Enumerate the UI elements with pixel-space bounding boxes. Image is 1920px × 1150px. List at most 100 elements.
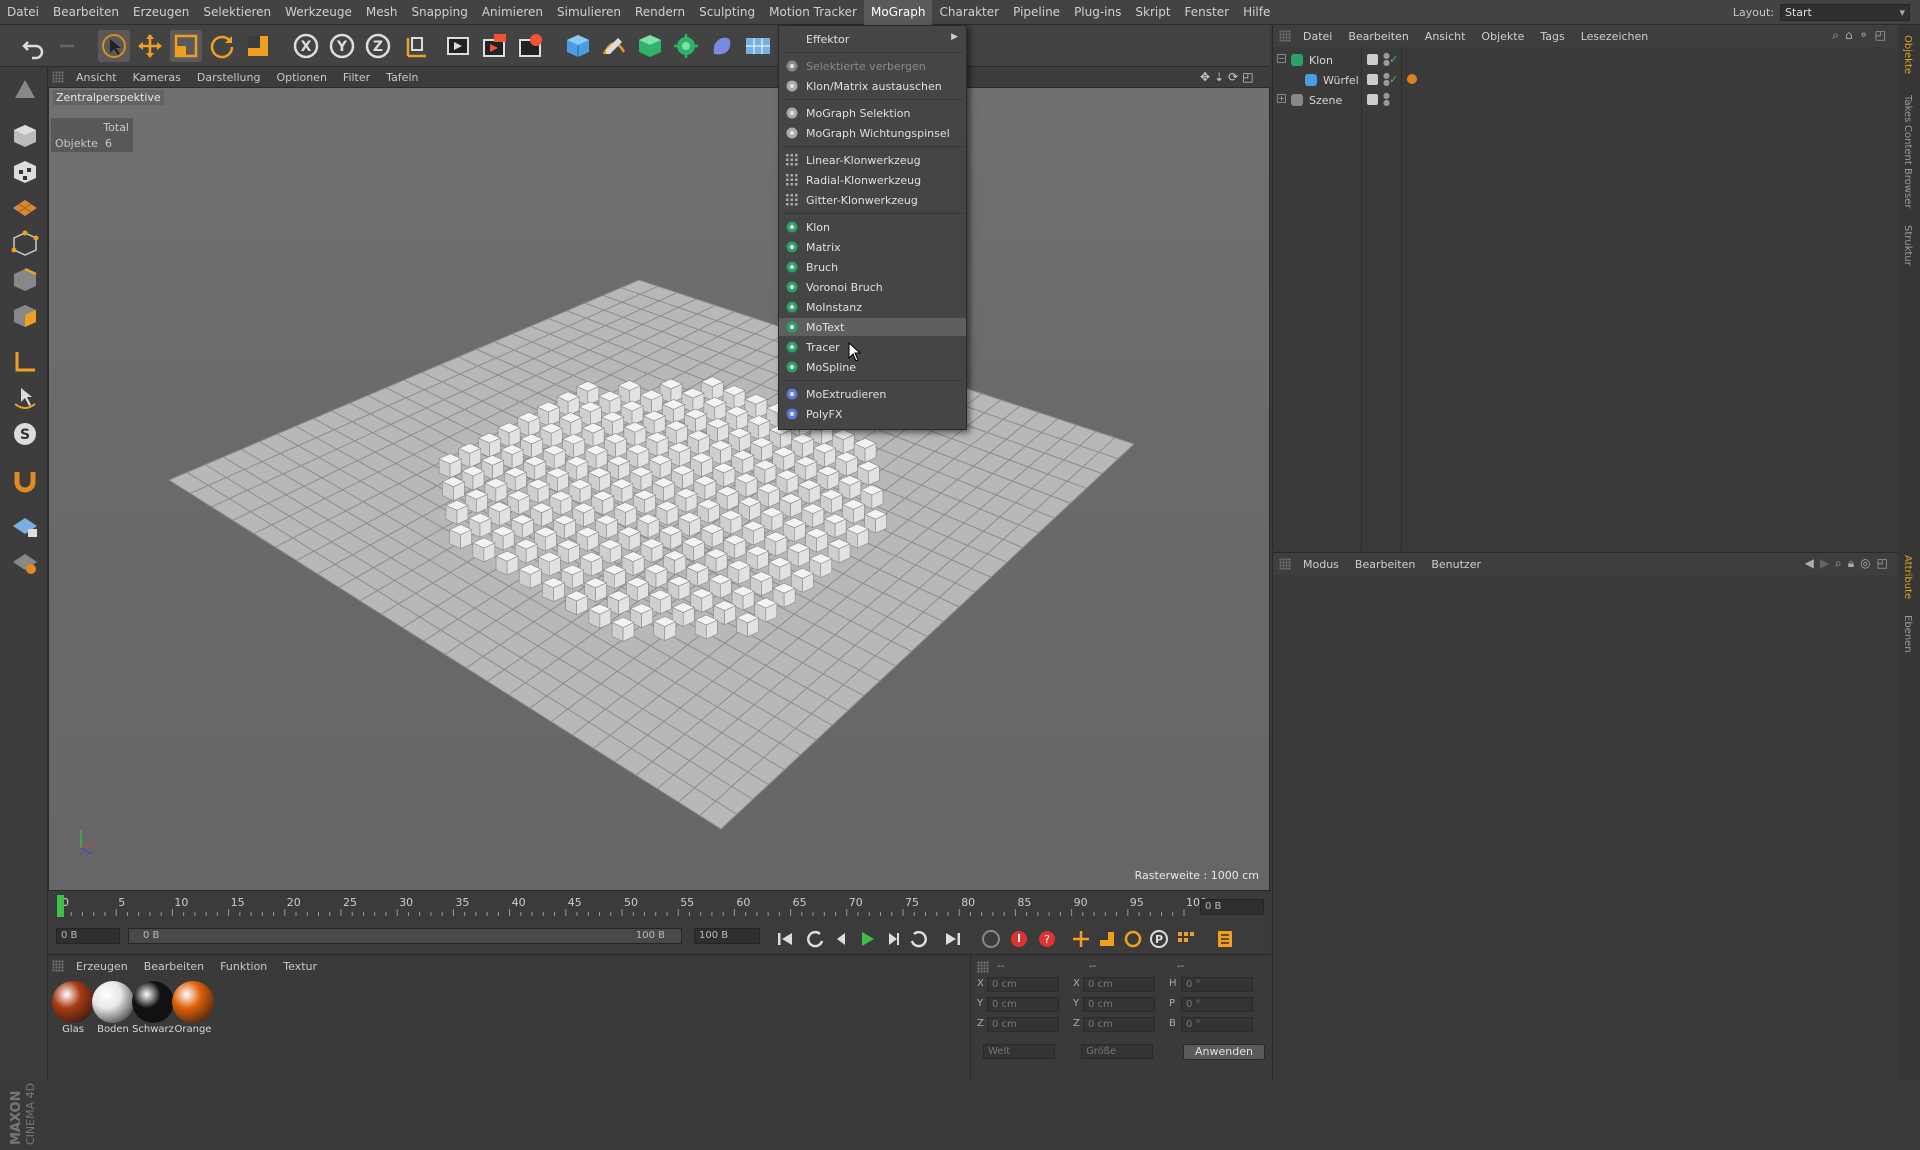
prev-key-icon[interactable] [804,928,826,950]
object-menu-ansicht[interactable]: Ansicht [1417,30,1474,43]
z-axis-icon[interactable]: Z [362,30,394,62]
rotation-field[interactable]: 0 ° [1181,997,1253,1012]
object-name[interactable]: Szene [1309,94,1342,107]
axis-mode-icon[interactable] [8,347,42,377]
y-axis-icon[interactable]: Y [326,30,358,62]
object-menu-tags[interactable]: Tags [1532,30,1572,43]
material-menu-bearbeiten[interactable]: Bearbeiten [136,960,212,973]
side-tab-ebenen[interactable]: Ebenen [1902,615,1913,653]
material-menu-funktion[interactable]: Funktion [212,960,275,973]
play-forward-icon[interactable] [856,928,878,950]
link-icon[interactable]: ⚬ [1859,28,1869,43]
render-picture-queue-icon[interactable] [478,30,510,62]
record-keys-icon[interactable] [980,928,1002,950]
object-menu-objekte[interactable]: Objekte [1473,30,1532,43]
subdivision-generator-icon[interactable] [634,30,666,62]
next-frame-icon[interactable] [882,928,904,950]
rotation-field[interactable]: 0 ° [1181,977,1253,992]
object-row[interactable]: + Szene ● ● [1273,91,1899,111]
planar-workplane-icon[interactable] [8,547,42,577]
render-settings-icon[interactable] [514,30,546,62]
size-field[interactable]: 0 cm [1083,997,1155,1012]
edges-mode-icon[interactable] [8,265,42,295]
autokey-icon[interactable] [1008,928,1030,950]
rotate-view-icon[interactable]: ⟳ [1228,70,1238,84]
deformer-icon[interactable] [706,30,738,62]
dolly-view-icon[interactable]: ⇣ [1214,70,1224,84]
menu-werkzeuge[interactable]: Werkzeuge [278,0,359,25]
menu-rendern[interactable]: Rendern [628,0,692,25]
enabled-check-icon[interactable]: ✓ [1389,73,1398,86]
key-position-icon[interactable] [1070,928,1092,950]
keyframe-selection-icon[interactable]: ? [1036,928,1058,950]
menu-item-polyfx[interactable]: PolyFX [779,405,966,423]
menu-bearbeiten[interactable]: Bearbeiten [46,0,126,25]
menu-item-gitter-klonwerkzeug[interactable]: Gitter-Klonwerkzeug [779,191,966,209]
scale-icon-2[interactable] [242,30,274,62]
forward-arrow-icon[interactable]: ▶ [1820,556,1829,571]
position-field[interactable]: 0 cm [987,997,1059,1012]
object-name[interactable]: Würfel [1323,74,1359,87]
attribute-menu-benutzer[interactable]: Benutzer [1423,558,1489,571]
maximize-view-icon[interactable]: ◰ [1242,70,1253,84]
maximize-icon[interactable]: ◰ [1877,556,1888,571]
menu-hilfe[interactable]: Hilfe [1236,0,1277,25]
attribute-menu-modus[interactable]: Modus [1295,558,1347,571]
end-frame-field[interactable]: 0 B [1200,899,1264,915]
menu-erzeugen[interactable]: Erzeugen [126,0,196,25]
go-to-start-icon[interactable] [774,928,796,950]
target-icon[interactable]: ◎ [1860,556,1870,571]
material-menu-textur[interactable]: Textur [275,960,325,973]
coordinate-system-icon[interactable] [400,30,432,62]
camera-label[interactable]: Zentralperspektive [53,90,164,105]
enabled-check-icon[interactable]: ✓ [1389,53,1398,66]
maximize-icon[interactable]: ◰ [1875,28,1886,43]
points-mode-icon[interactable] [8,229,42,259]
cube-object-icon[interactable] [562,30,594,62]
workplane-icon[interactable] [8,193,42,223]
pan-view-icon[interactable]: ✥ [1200,70,1210,84]
rotation-field[interactable]: 0 ° [1181,1017,1253,1032]
snapping-icon[interactable]: S [8,419,42,449]
home-icon[interactable]: ⌂ [1845,28,1853,43]
prev-frame-icon[interactable] [830,928,852,950]
size-field[interactable]: 0 cm [1083,977,1155,992]
key-rotation-icon[interactable] [1122,928,1144,950]
tag-icon[interactable] [1407,74,1417,84]
material-menu-erzeugen[interactable]: Erzeugen [68,960,136,973]
side-tab-objekte[interactable]: Objekte [1902,35,1913,74]
pen-spline-icon[interactable] [598,30,630,62]
menu-item-mograph-wichtungspinsel[interactable]: MoGraph Wichtungspinsel [779,124,966,142]
menu-fenster[interactable]: Fenster [1178,0,1237,25]
menu-selektieren[interactable]: Selektieren [196,0,278,25]
viewport-menu-kameras[interactable]: Kameras [125,71,189,84]
side-tab-content-browser[interactable]: Content Browser [1902,125,1913,208]
viewport-menu-filter[interactable]: Filter [335,71,378,84]
tweak-mode-icon[interactable] [8,383,42,413]
menu-skript[interactable]: Skript [1128,0,1177,25]
viewport-menu-darstellung[interactable]: Darstellung [189,71,269,84]
timeline-window-icon[interactable] [1214,928,1236,950]
expand-toggle-icon[interactable]: + [1277,94,1286,103]
material-swatch[interactable]: Orange [170,981,216,1035]
object-row[interactable]: − Klon ● ● ✓ [1273,51,1899,71]
menu-motion-tracker[interactable]: Motion Tracker [762,0,864,25]
menu-mograph[interactable]: MoGraph [863,0,933,25]
layer-icon[interactable] [1367,74,1378,85]
side-tab-attribute[interactable]: Attribute [1902,555,1913,599]
3d-viewport[interactable]: Zentralperspektive Total Objekte 6 Raste… [48,87,1270,891]
select-arrow-icon[interactable] [98,30,130,62]
coord-size-select[interactable]: Größe [1081,1044,1153,1059]
render-view-icon[interactable] [442,30,474,62]
model-mode-icon[interactable] [8,121,42,151]
menu-animieren[interactable]: Animieren [475,0,550,25]
menu-pipeline[interactable]: Pipeline [1006,0,1067,25]
locked-workplane-icon[interactable] [8,511,42,541]
undo-icon[interactable] [18,30,50,62]
x-axis-icon[interactable]: X [290,30,322,62]
back-arrow-icon[interactable]: ◀ [1805,556,1814,571]
object-menu-lesezeichen[interactable]: Lesezeichen [1573,30,1657,43]
menu-item-bruch[interactable]: Bruch [779,258,966,276]
next-key-icon[interactable] [908,928,930,950]
coord-space-select[interactable]: Welt [983,1044,1055,1059]
